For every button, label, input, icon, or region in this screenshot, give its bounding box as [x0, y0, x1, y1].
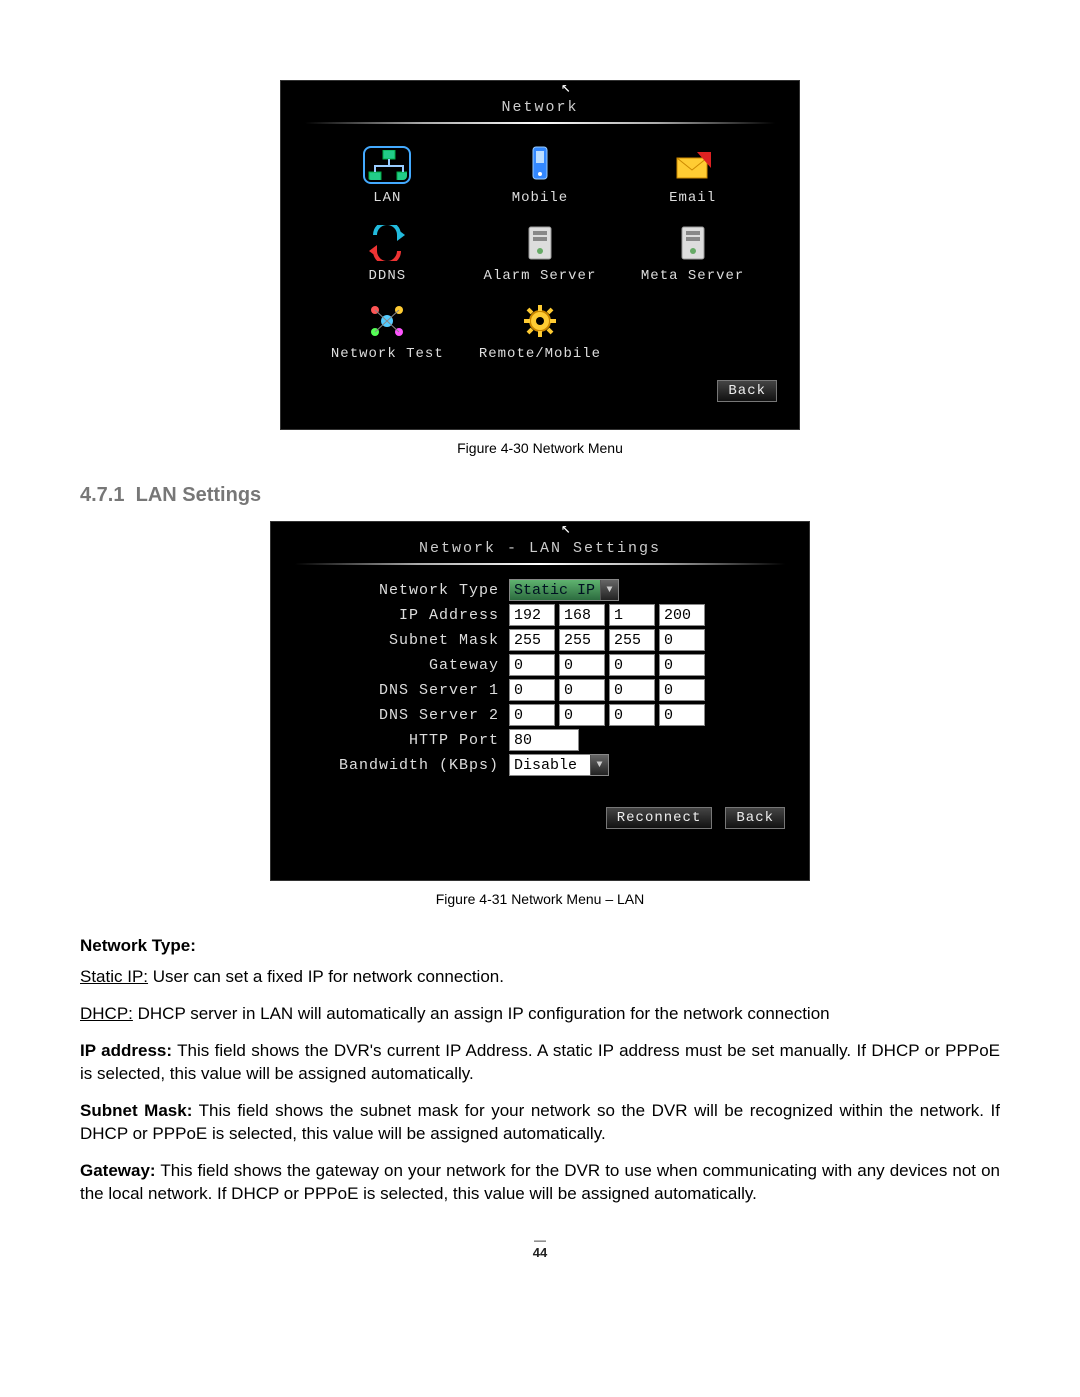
figure-lan-settings: ↖ Network - LAN Settings Network Type St… — [270, 521, 810, 881]
figure-caption: Figure 4-31 Network Menu – LAN — [80, 891, 1000, 907]
ip-octet-input[interactable]: 0 — [559, 704, 605, 726]
field-label: Subnet Mask — [299, 632, 509, 649]
ip-octet-input[interactable]: 192 — [509, 604, 555, 626]
row-gateway: Gateway 0 0 0 0 — [299, 654, 781, 676]
para-static-ip: Static IP: User can set a fixed IP for n… — [80, 966, 1000, 989]
row-http-port: HTTP Port 80 — [299, 729, 781, 751]
term-dhcp: DHCP: — [80, 1004, 133, 1023]
chevron-down-icon: ▼ — [600, 580, 618, 600]
section-title: LAN Settings — [136, 484, 262, 506]
server-icon — [676, 223, 710, 263]
para-gateway: Gateway: This field shows the gateway on… — [80, 1160, 1000, 1206]
menu-item-alarm-server[interactable]: Alarm Server — [464, 216, 617, 294]
ip-octet-input[interactable]: 0 — [609, 704, 655, 726]
menu-item-network-test[interactable]: Network Test — [311, 294, 464, 372]
para-subnet-mask: Subnet Mask: This field shows the subnet… — [80, 1100, 1000, 1146]
back-button[interactable]: Back — [725, 807, 785, 829]
field-label: Network Type — [299, 582, 509, 599]
section-heading: 4.7.1 LAN Settings — [80, 484, 1000, 507]
field-label: HTTP Port — [299, 732, 509, 749]
lan-icon — [365, 148, 409, 182]
ip-octet-input[interactable]: 0 — [609, 654, 655, 676]
chevron-down-icon: ▼ — [590, 755, 608, 775]
panel-title: Network - LAN Settings — [271, 522, 809, 563]
ip-octet-input[interactable]: 255 — [509, 629, 555, 651]
page-number: 44 — [533, 1245, 547, 1260]
row-bandwidth: Bandwidth (KBps) Disable ▼ — [299, 754, 781, 776]
mobile-icon — [525, 145, 555, 185]
menu-item-ddns[interactable]: DDNS — [311, 216, 464, 294]
ip-octet-input[interactable]: 255 — [559, 629, 605, 651]
row-dns1: DNS Server 1 0 0 0 0 — [299, 679, 781, 701]
menu-item-label: Email — [618, 190, 767, 206]
section-number: 4.7.1 — [80, 484, 124, 506]
row-ip-address: IP Address 192 168 1 200 — [299, 604, 781, 626]
term-static-ip: Static IP: — [80, 967, 148, 986]
ip-octet-input[interactable]: 168 — [559, 604, 605, 626]
ip-octet-input[interactable]: 0 — [559, 654, 605, 676]
ip-octet-input[interactable]: 0 — [559, 679, 605, 701]
ip-octet-input[interactable]: 0 — [659, 629, 705, 651]
term-ip-address: IP address: — [80, 1041, 172, 1060]
select-value: Static IP — [514, 582, 595, 599]
select-value: Disable — [514, 757, 577, 774]
field-label: DNS Server 1 — [299, 682, 509, 699]
figure-caption: Figure 4-30 Network Menu — [80, 440, 1000, 456]
server-icon — [523, 223, 557, 263]
menu-item-label: Alarm Server — [466, 268, 615, 284]
row-subnet-mask: Subnet Mask 255 255 255 0 — [299, 629, 781, 651]
menu-item-label: Remote/Mobile — [466, 346, 615, 362]
menu-item-lan[interactable]: LAN — [311, 138, 464, 216]
para-ip-address: IP address: This field shows the DVR's c… — [80, 1040, 1000, 1086]
para-dhcp: DHCP: DHCP server in LAN will automatica… — [80, 1003, 1000, 1026]
ip-octet-input[interactable]: 255 — [609, 629, 655, 651]
ip-octet-input[interactable]: 0 — [609, 679, 655, 701]
ip-octet-input[interactable]: 0 — [509, 654, 555, 676]
term-gateway: Gateway: — [80, 1161, 156, 1180]
menu-item-meta-server[interactable]: Meta Server — [616, 216, 769, 294]
menu-item-label: Meta Server — [618, 268, 767, 284]
field-label: Bandwidth (KBps) — [299, 757, 509, 774]
field-label: IP Address — [299, 607, 509, 624]
bandwidth-select[interactable]: Disable ▼ — [509, 754, 609, 776]
divider — [305, 122, 775, 124]
page-footer: — 44 — [80, 1233, 1000, 1260]
menu-item-label: LAN — [313, 190, 462, 206]
figure-network-menu: ↖ Network LAN Mobile Email DDNS Alarm — [280, 80, 800, 430]
http-port-input[interactable]: 80 — [509, 729, 579, 751]
subheading-network-type: Network Type: — [80, 935, 1000, 958]
row-network-type: Network Type Static IP ▼ — [299, 579, 781, 601]
ip-octet-input[interactable]: 0 — [659, 704, 705, 726]
panel-title: Network — [281, 81, 799, 122]
reconnect-button[interactable]: Reconnect — [606, 807, 713, 829]
field-label: DNS Server 2 — [299, 707, 509, 724]
menu-item-label: Mobile — [466, 190, 615, 206]
row-dns2: DNS Server 2 0 0 0 0 — [299, 704, 781, 726]
menu-item-remote-mobile[interactable]: Remote/Mobile — [464, 294, 617, 372]
menu-item-label: Network Test — [313, 346, 462, 362]
divider — [295, 563, 785, 565]
ip-octet-input[interactable]: 0 — [659, 654, 705, 676]
network-test-icon — [367, 302, 407, 340]
menu-item-label: DDNS — [313, 268, 462, 284]
term-subnet-mask: Subnet Mask: — [80, 1101, 192, 1120]
gear-icon — [520, 302, 560, 340]
ddns-icon — [367, 225, 407, 261]
ip-octet-input[interactable]: 0 — [509, 679, 555, 701]
ip-octet-input[interactable]: 0 — [509, 704, 555, 726]
ip-octet-input[interactable]: 1 — [609, 604, 655, 626]
menu-item-mobile[interactable]: Mobile — [464, 138, 617, 216]
menu-item-email[interactable]: Email — [616, 138, 769, 216]
email-icon — [671, 148, 715, 182]
ip-octet-input[interactable]: 0 — [659, 679, 705, 701]
field-label: Gateway — [299, 657, 509, 674]
back-button[interactable]: Back — [717, 380, 777, 402]
network-type-select[interactable]: Static IP ▼ — [509, 579, 619, 601]
body-text: Network Type: Static IP: User can set a … — [80, 935, 1000, 1205]
ip-octet-input[interactable]: 200 — [659, 604, 705, 626]
